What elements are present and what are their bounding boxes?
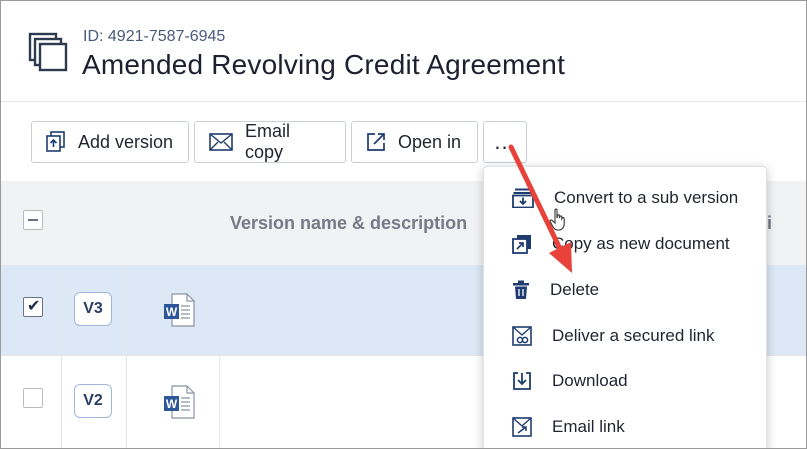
menu-item-label: Deliver a secured link bbox=[552, 326, 715, 345]
column-header-version-name[interactable]: Version name & description bbox=[230, 213, 467, 234]
menu-item-label: Download bbox=[552, 371, 628, 390]
row-checkbox[interactable]: ✔ bbox=[23, 297, 43, 317]
copy-document-icon bbox=[512, 235, 531, 254]
document-id: ID: 4921-7587-6945 bbox=[83, 28, 226, 45]
add-version-label: Add version bbox=[78, 131, 174, 152]
email-link-icon bbox=[512, 417, 532, 437]
convert-sub-version-icon bbox=[512, 188, 534, 208]
word-document-icon: W bbox=[164, 293, 195, 327]
app-window: ID: 4921-7587-6945 Amended Revolving Cre… bbox=[0, 0, 807, 449]
add-version-icon bbox=[46, 131, 65, 152]
menu-item-label: Copy as new document bbox=[552, 234, 730, 253]
menu-item-label: Email link bbox=[552, 417, 625, 436]
documents-stack-icon bbox=[28, 32, 68, 72]
menu-item-download[interactable]: Download bbox=[484, 358, 768, 404]
version-badge: V2 bbox=[74, 384, 112, 418]
download-icon bbox=[513, 372, 531, 390]
trash-icon bbox=[513, 280, 529, 299]
menu-item-copy-as-new-document[interactable]: Copy as new document bbox=[484, 221, 768, 267]
header-divider bbox=[1, 101, 806, 102]
menu-item-deliver-secured-link[interactable]: Deliver a secured link bbox=[484, 313, 768, 359]
svg-text:W: W bbox=[166, 397, 178, 411]
email-copy-icon bbox=[209, 133, 233, 151]
add-version-button[interactable]: Add version bbox=[31, 121, 189, 163]
column-divider bbox=[126, 265, 127, 448]
open-external-icon bbox=[367, 133, 385, 151]
checkmark-icon: ✔ bbox=[27, 298, 41, 315]
email-copy-label: Email copy bbox=[245, 121, 291, 162]
open-in-button[interactable]: Open in bbox=[351, 121, 478, 163]
menu-item-convert-sub-version[interactable]: Convert to a sub version bbox=[484, 175, 768, 221]
document-title: Amended Revolving Credit Agreement bbox=[82, 49, 566, 80]
more-actions-menu: Convert to a sub version Copy as new doc… bbox=[483, 166, 768, 448]
column-divider bbox=[61, 265, 62, 448]
open-in-label: Open in bbox=[398, 131, 462, 152]
select-all-checkbox[interactable] bbox=[23, 210, 43, 230]
menu-item-email-link[interactable]: Email link bbox=[484, 404, 768, 448]
svg-text:W: W bbox=[166, 305, 178, 319]
hand-cursor-icon bbox=[549, 208, 565, 231]
more-actions-button[interactable]: ... bbox=[483, 121, 527, 163]
row-checkbox[interactable] bbox=[23, 388, 43, 408]
word-document-icon: W bbox=[164, 385, 195, 419]
menu-item-delete[interactable]: Delete bbox=[484, 267, 768, 313]
menu-item-label: Convert to a sub version bbox=[554, 188, 739, 207]
secured-link-icon bbox=[512, 326, 532, 346]
version-badge: V3 bbox=[74, 292, 112, 326]
menu-item-label: Delete bbox=[550, 280, 600, 299]
email-copy-button[interactable]: Email copy bbox=[194, 121, 346, 163]
column-divider bbox=[219, 265, 220, 448]
